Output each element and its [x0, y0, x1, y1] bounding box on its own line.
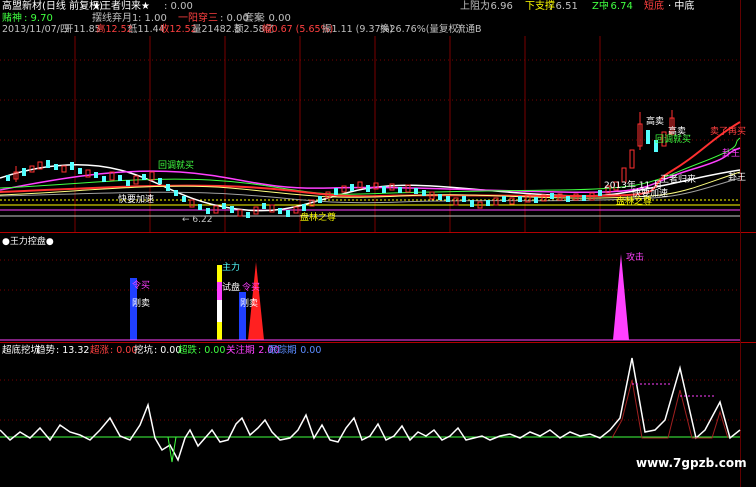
bar-label-chumai2: 刚卖 — [240, 299, 259, 309]
bar-label-chumai1: 刚卖 — [132, 299, 151, 309]
trend-value: : 13.32 — [56, 345, 90, 356]
track-label: 跟踪期 — [268, 345, 297, 356]
annotation-luxian: 卦王 — [728, 173, 747, 183]
panel3-title[interactable]: 超底挖坑 — [2, 345, 40, 357]
candles — [6, 110, 675, 218]
annotation-wangzhe: 王者归来 — [660, 175, 697, 185]
annotation-king: 卦王 — [722, 149, 741, 159]
annotation-gaomai: 高卖 — [646, 117, 665, 127]
bar-label-shipan: 试盘 — [222, 283, 241, 293]
watermark: www.7gpzb.com — [636, 456, 747, 470]
panel2-title[interactable]: ●王力控盘● — [2, 234, 54, 247]
osc-white — [0, 357, 741, 462]
track-value: : 0.00 — [294, 345, 322, 356]
bar-label-lingmai2: 令买 — [242, 283, 261, 293]
osc-dark-red — [611, 379, 729, 439]
annotation-low-mark: ← 6.22 — [182, 215, 213, 225]
trend-label: 趋势 — [36, 345, 56, 356]
annotation-maile: 卖了再买 — [710, 127, 747, 137]
super-bottom-value: : 0.00 — [198, 345, 226, 356]
panel2-bars — [0, 254, 740, 341]
kline-chart[interactable] — [0, 0, 756, 487]
super-bottom-label: 超跌 — [178, 345, 198, 356]
focus-label: 关注期 — [226, 345, 255, 356]
annotation-huitiao: 回调就买 — [158, 161, 195, 171]
bar-label-zhuli: 主力 — [222, 263, 241, 273]
annotation-kuaiji: 快要加速 — [118, 195, 155, 205]
bar-label-gongji: 攻击 — [626, 253, 645, 263]
super-label: 超涨 — [90, 345, 110, 356]
bar-label-lingmai1: 令买 — [132, 281, 151, 291]
annotation-panzhi: 盘林之尊 — [300, 213, 337, 223]
dig-label: 挖坑 — [134, 345, 154, 356]
annotation-panqin: 盘林之尊 — [616, 197, 653, 207]
annotation-qijiu: 回调就买 — [655, 135, 692, 145]
